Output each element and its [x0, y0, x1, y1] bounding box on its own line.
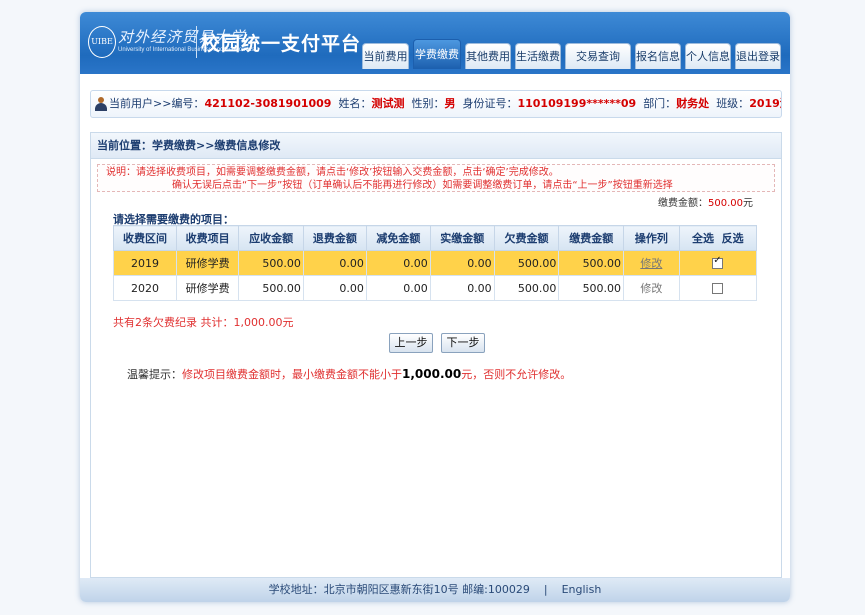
cell-period: 2019 — [112, 250, 178, 276]
warm-tip: 温馨提示：修改项目缴费金额时，最小缴费金额不能小于1,000.00元，否则不允许… — [127, 366, 571, 382]
col-refund: 退费金额 — [302, 225, 367, 251]
cell-refund: 0.00 — [302, 250, 367, 276]
footer-address: 学校地址：北京市朝阳区惠新东街10号 邮编:100029 — [268, 583, 530, 596]
cell-reduction: 0.00 — [365, 250, 431, 276]
cell-select — [678, 250, 758, 276]
notice-line-2: 确认无误后点击“下一步”按钮（订单确认后不能再进行修改）如需要调整缴费订单，请点… — [172, 180, 673, 191]
cell-receivable: 500.00 — [238, 250, 304, 276]
edit-link[interactable]: 修改 — [640, 257, 662, 270]
col-reduction: 减免金额 — [365, 225, 431, 251]
col-owed: 欠费金额 — [493, 225, 560, 251]
col-receivable: 应收金额 — [238, 225, 304, 251]
col-select: 全选 反选 — [678, 225, 758, 251]
table-row: 2019 研修学费 500.00 0.00 0.00 0.00 500.00 5… — [112, 250, 758, 276]
user-idcard-label: 身份证号： — [462, 97, 518, 110]
cell-paid: 0.00 — [429, 275, 495, 301]
cell-operation: 修改 — [623, 250, 680, 276]
tab-registration-info[interactable]: 报名信息 — [635, 43, 681, 69]
user-gender-label: 性别： — [411, 97, 445, 110]
instruction-notice: 说明：请选择收费项目，如需要调整缴费金额，请点击‘修改’按钮输入交费金额，点击‘… — [97, 164, 775, 192]
fee-table: 收费区间 收费项目 应收金额 退费金额 减免金额 实缴金额 欠费金额 缴费金额 … — [112, 225, 758, 301]
cell-item: 研修学费 — [176, 275, 240, 301]
cell-reduction: 0.00 — [365, 275, 431, 301]
col-item: 收费项目 — [176, 225, 240, 251]
user-id-label: 编号： — [171, 97, 205, 110]
payment-amount-label: 缴费金额： — [658, 198, 708, 209]
cell-operation: 修改 — [623, 275, 680, 301]
cell-item: 研修学费 — [176, 250, 240, 276]
arrears-summary: 共有2条欠费纪录 共计：1,000.00元 — [113, 316, 294, 329]
cell-receivable: 500.00 — [238, 275, 304, 301]
payment-amount-value: 500.00 — [708, 198, 743, 209]
tab-living-payment[interactable]: 生活缴费 — [515, 43, 561, 69]
user-class-value: 2019测试 — [749, 97, 781, 110]
app-frame: UIBE 对外经济贸易大学 University of Internationa… — [80, 12, 790, 602]
logo-divider — [196, 26, 197, 58]
tip-label: 温馨提示： — [127, 368, 182, 381]
edit-label-disabled: 修改 — [640, 282, 663, 295]
user-info: 当前用户>>编号：421102-3081901009 姓名：测试测 性别：男 身… — [109, 91, 781, 117]
payment-amount: 缴费金额：500.00元 — [658, 194, 753, 209]
user-idcard-value: 110109199******09 — [517, 97, 637, 110]
footer-separator: | — [543, 583, 548, 596]
payment-amount-unit: 元 — [743, 198, 753, 209]
col-operation: 操作列 — [623, 225, 680, 251]
tab-transaction-query[interactable]: 交易查询 — [565, 43, 631, 69]
university-logo-icon: UIBE — [88, 26, 116, 58]
col-paid: 实缴金额 — [429, 225, 495, 251]
header: UIBE 对外经济贸易大学 University of Internationa… — [80, 12, 790, 74]
content-panel: 当前位置：学费缴费>>缴费信息修改 说明：请选择收费项目，如需要调整缴费金额，请… — [90, 132, 782, 578]
user-icon — [95, 97, 107, 111]
english-link[interactable]: English — [562, 583, 602, 596]
breadcrumb: 当前位置：学费缴费>>缴费信息修改 — [91, 133, 781, 159]
table-header-row: 收费区间 收费项目 应收金额 退费金额 减免金额 实缴金额 欠费金额 缴费金额 … — [112, 225, 758, 251]
invert-selection-link[interactable]: 反选 — [722, 232, 744, 245]
notice-line-1: 说明：请选择收费项目，如需要调整缴费金额，请点击‘修改’按钮输入交费金额，点击‘… — [106, 167, 559, 178]
cell-pay: 500.00 — [558, 275, 625, 301]
cell-refund: 0.00 — [302, 275, 367, 301]
tab-personal-info[interactable]: 个人信息 — [685, 43, 731, 69]
next-step-button[interactable]: 下一步 — [441, 333, 485, 353]
tab-logout[interactable]: 退出登录 — [735, 43, 781, 69]
user-dept-label: 部门： — [643, 97, 677, 110]
tab-other-fees[interactable]: 其他费用 — [465, 43, 511, 69]
user-name-label: 姓名： — [338, 97, 372, 110]
tip-text-1: 修改项目缴费金额时，最小缴费金额不能小于 — [182, 368, 402, 381]
col-pay: 缴费金额 — [558, 225, 625, 251]
footer: 学校地址：北京市朝阳区惠新东街10号 邮编:100029 | English — [80, 578, 790, 602]
user-name-value: 测试测 — [371, 97, 405, 110]
tab-current-fees[interactable]: 当前费用 — [362, 43, 409, 69]
user-id-value: 421102-3081901009 — [204, 97, 332, 110]
tip-text-2: 元，否则不允许修改。 — [461, 368, 572, 381]
tip-amount: 1,000.00 — [402, 367, 462, 381]
platform-title: 校园统一支付平台 — [201, 33, 362, 55]
prev-step-button[interactable]: 上一步 — [389, 333, 433, 353]
row-checkbox[interactable] — [712, 255, 724, 269]
cell-owed: 500.00 — [493, 275, 560, 301]
user-class-label: 班级： — [716, 97, 750, 110]
user-dept-value: 财务处 — [676, 97, 710, 110]
cell-period: 2020 — [112, 275, 178, 301]
col-period: 收费区间 — [112, 225, 178, 251]
cell-paid: 0.00 — [429, 250, 495, 276]
row-checkbox[interactable] — [712, 283, 724, 294]
current-user-bar: 当前用户>>编号：421102-3081901009 姓名：测试测 性别：男 身… — [90, 90, 782, 118]
select-all-link[interactable]: 全选 — [692, 232, 714, 245]
cell-pay: 500.00 — [558, 250, 625, 276]
tab-tuition-payment[interactable]: 学费缴费 — [413, 39, 461, 69]
user-prefix: 当前用户>> — [109, 97, 172, 110]
table-row: 2020 研修学费 500.00 0.00 0.00 0.00 500.00 5… — [112, 275, 758, 301]
cell-owed: 500.00 — [493, 250, 560, 276]
cell-select — [678, 275, 758, 301]
user-gender-value: 男 — [444, 97, 456, 110]
